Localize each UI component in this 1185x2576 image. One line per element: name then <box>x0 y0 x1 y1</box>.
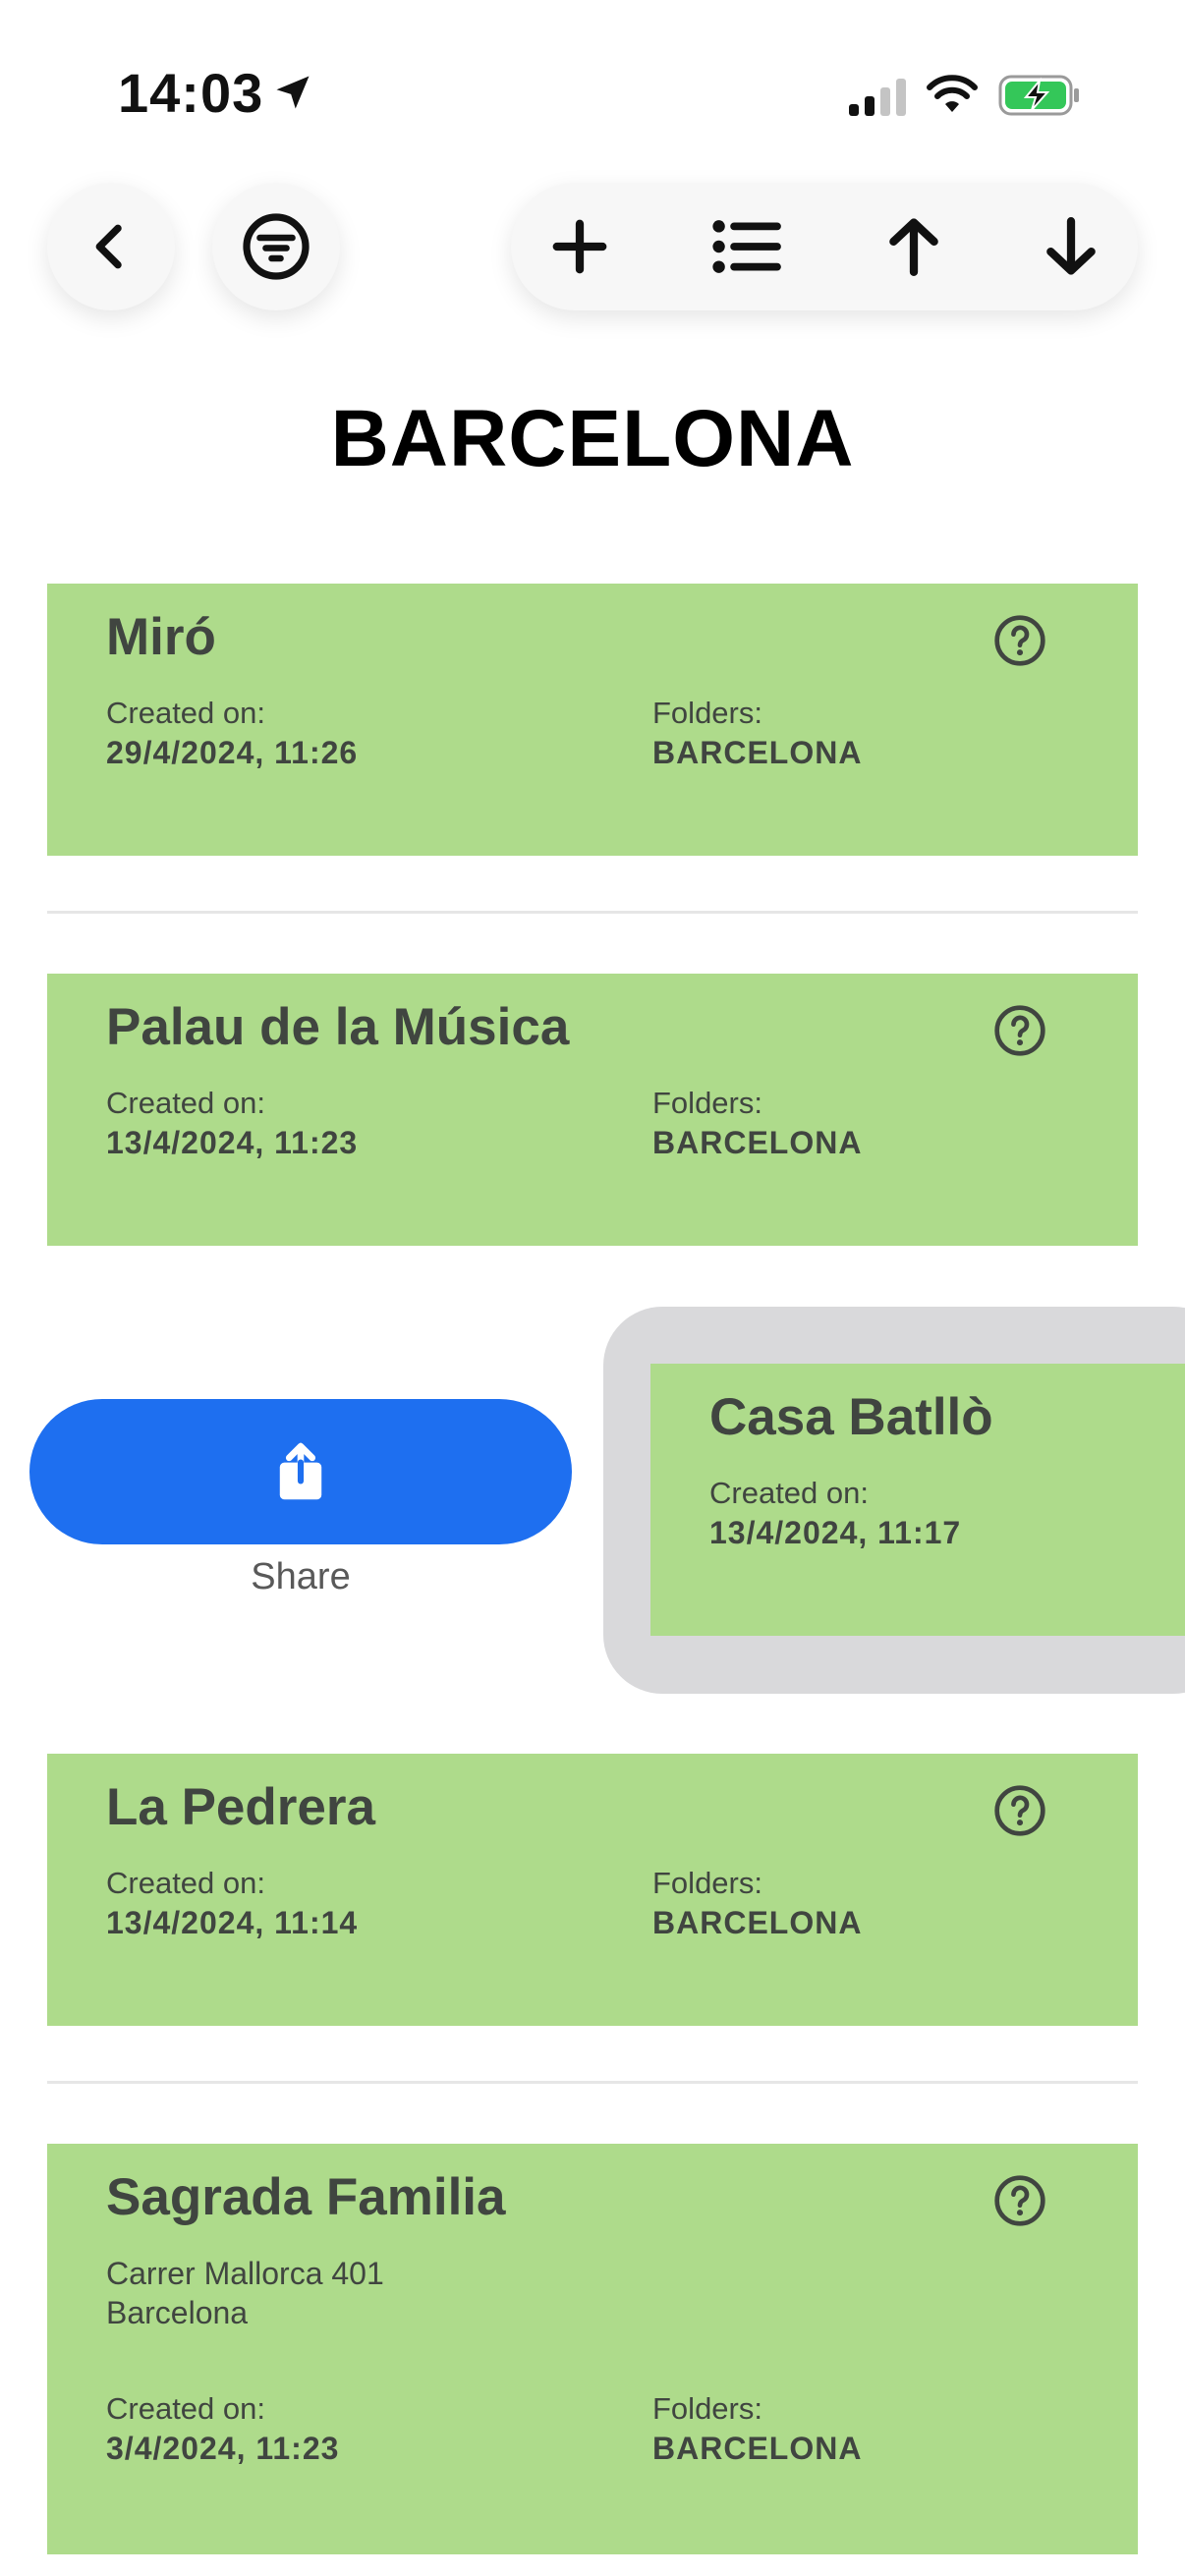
folders-label: Folders: <box>652 2391 762 2426</box>
folders-value: BARCELONA <box>652 2431 863 2466</box>
status-time: 14:03 <box>118 62 264 124</box>
created-on-label: Created on: <box>106 696 265 730</box>
plus-icon <box>552 219 607 274</box>
sort-up-button[interactable] <box>875 207 953 286</box>
filter-button[interactable] <box>212 183 340 310</box>
note-title: Sagrada Familia <box>106 2168 506 2226</box>
location-arrow-icon <box>276 76 310 109</box>
add-button[interactable] <box>540 207 619 286</box>
note-card-casa-batllo[interactable]: Casa Batllò Created on: 13/4/2024, 11:17 <box>650 1364 1185 1636</box>
arrow-down-icon <box>1046 217 1096 275</box>
list-icon <box>712 220 781 273</box>
created-on-label: Created on: <box>106 1086 265 1120</box>
share-label: Share <box>251 1556 351 1597</box>
chevron-left-icon <box>95 224 122 269</box>
wifi-icon <box>927 75 978 112</box>
note-card-la-pedrera[interactable]: La Pedrera Created on: 13/4/2024, 11:14 … <box>47 1754 1138 2026</box>
cellular-signal-icon <box>849 79 906 116</box>
arrow-up-icon <box>889 218 938 276</box>
folders-label: Folders: <box>652 696 762 730</box>
folders-value: BARCELONA <box>652 735 863 770</box>
list-button[interactable] <box>707 207 786 286</box>
page-title: BARCELONA <box>330 394 855 483</box>
folders-value: BARCELONA <box>652 1125 863 1160</box>
created-on-value: 13/4/2024, 11:14 <box>106 1905 359 1940</box>
folders-label: Folders: <box>652 1866 762 1900</box>
battery-charging-icon <box>998 75 1079 116</box>
divider <box>47 2081 1138 2084</box>
folders-label: Folders: <box>652 1086 762 1120</box>
created-on-value: 13/4/2024, 11:17 <box>709 1515 962 1550</box>
toolbar-actions <box>511 183 1138 310</box>
note-card-sagrada-familia[interactable]: Sagrada Familia Carrer Mallorca 401 Barc… <box>47 2144 1138 2554</box>
note-card-miro[interactable]: Miró Created on: 29/4/2024, 11:26 Folder… <box>47 584 1138 856</box>
question-circle-icon[interactable] <box>992 1003 1047 1058</box>
address-line-2: Barcelona <box>106 2295 249 2330</box>
note-title: Palau de la Música <box>106 998 570 1056</box>
note-title: La Pedrera <box>106 1778 375 1836</box>
note-title: Casa Batllò <box>709 1388 993 1446</box>
divider <box>47 911 1138 914</box>
created-on-label: Created on: <box>709 1476 869 1510</box>
created-on-value: 13/4/2024, 11:23 <box>106 1125 359 1160</box>
created-on-value: 29/4/2024, 11:26 <box>106 735 359 770</box>
share-button[interactable] <box>29 1399 572 1544</box>
folders-value: BARCELONA <box>652 1905 863 1940</box>
question-circle-icon[interactable] <box>992 1783 1047 1838</box>
question-circle-icon[interactable] <box>992 613 1047 668</box>
share-icon <box>279 1442 322 1500</box>
filter-circle-icon <box>243 213 310 280</box>
created-on-value: 3/4/2024, 11:23 <box>106 2431 340 2466</box>
created-on-label: Created on: <box>106 2391 265 2426</box>
created-on-label: Created on: <box>106 1866 265 1900</box>
note-card-palau-de-la-musica[interactable]: Palau de la Música Created on: 13/4/2024… <box>47 974 1138 1246</box>
address-line-1: Carrer Mallorca 401 <box>106 2256 384 2291</box>
sort-down-button[interactable] <box>1032 207 1110 286</box>
back-button[interactable] <box>47 183 175 310</box>
status-bar: 14:03 <box>0 0 1185 187</box>
question-circle-icon[interactable] <box>992 2173 1047 2228</box>
note-title: Miró <box>106 608 216 666</box>
